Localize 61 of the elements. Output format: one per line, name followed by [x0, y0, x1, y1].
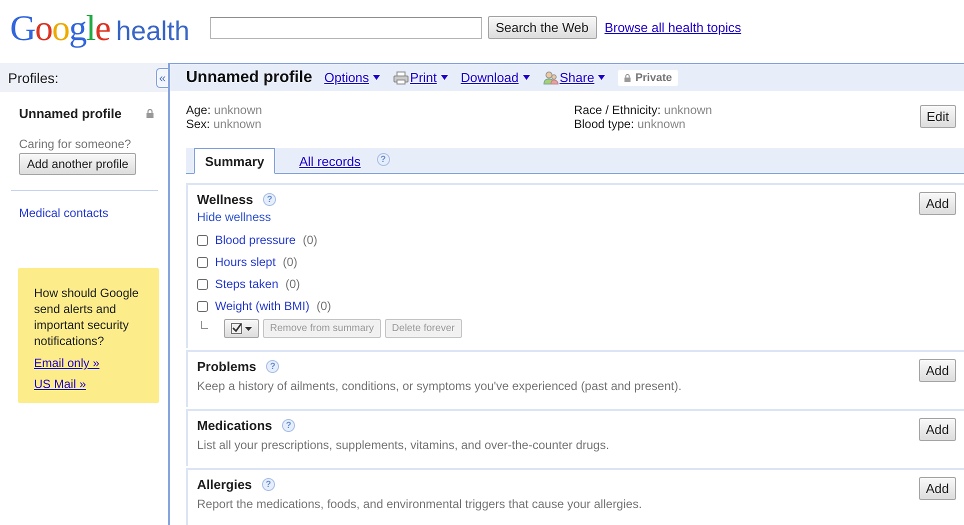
notice-link[interactable]: US Mail » [34, 377, 149, 391]
profile-field: Race / Ethnicity: unknown [574, 103, 920, 118]
checkbox[interactable] [197, 300, 208, 312]
notice-text: How should Google send alerts and important security notifications? [34, 285, 140, 349]
section-title: Medications [197, 418, 272, 433]
caret-icon[interactable] [522, 75, 530, 80]
section-title: Wellness [197, 192, 254, 207]
checkbox[interactable] [197, 234, 208, 246]
tab[interactable]: Summary [194, 148, 276, 174]
hide-link[interactable]: Hide wellness [197, 210, 272, 224]
menu-link[interactable]: Download [460, 70, 519, 86]
caret-icon[interactable] [373, 75, 380, 80]
item-link[interactable]: Hours slept [215, 255, 276, 269]
browse-link[interactable]: Browse all health topics [604, 20, 742, 35]
item-link[interactable]: Weight (with BMI) [215, 299, 310, 313]
section-title: Problems [197, 359, 256, 374]
notice-link[interactable]: Email only » [34, 356, 149, 370]
add-button[interactable]: Add [918, 359, 956, 382]
add-button[interactable]: Add [918, 477, 956, 500]
add-button[interactable]: Add [918, 418, 956, 441]
profile-field: Sex: unknown [186, 117, 574, 132]
edit-button[interactable]: Edit [920, 105, 956, 128]
people-icon [542, 70, 559, 85]
collapse-button[interactable]: « [156, 68, 168, 88]
checkbox[interactable] [197, 256, 208, 268]
lock-icon [624, 74, 632, 82]
section-description: Report the medications, foods, and environmental triggers that cause your allergies. [197, 497, 643, 511]
section-title: Allergies [197, 477, 252, 492]
logo-product: health [116, 16, 190, 46]
checkbox-icon [231, 323, 242, 334]
add-button[interactable]: Add [918, 192, 956, 215]
menu-link[interactable]: Share [560, 70, 594, 86]
item-count: (0) [285, 277, 300, 291]
search-field[interactable] [210, 16, 482, 38]
profile-field: Blood type: unknown [574, 117, 920, 132]
printer-icon [393, 70, 410, 85]
sidebar-link[interactable]: Medical contacts [19, 206, 168, 220]
add-profile-button[interactable]: Add another profile [19, 153, 136, 175]
caret-icon[interactable] [598, 75, 606, 80]
caring-prompt: Caring for someone? [19, 137, 132, 151]
search-button[interactable]: Search the Web [488, 16, 597, 39]
profile-title: Unnamed profile [186, 68, 312, 87]
item-count: (0) [282, 255, 298, 269]
caret-icon [245, 326, 252, 330]
item-link[interactable]: Steps taken [215, 277, 278, 291]
privacy-badge: Private [618, 70, 678, 86]
profile-name[interactable]: Unnamed profile [19, 106, 122, 121]
section-description: List all your prescriptions, supplements, vitamins, and over-the-counter drugs. [197, 438, 610, 452]
select-menu-button[interactable] [224, 319, 259, 338]
logo-brand: Google [10, 6, 110, 48]
menu-link[interactable]: Options [324, 70, 370, 86]
caret-icon[interactable] [440, 75, 448, 80]
profile-field: Age: unknown [186, 103, 574, 118]
item-count: (0) [302, 233, 318, 247]
section-description: Keep a history of ailments, conditions, or symptoms you've experienced (past and present). [197, 379, 683, 393]
tab[interactable]: All records [289, 149, 371, 173]
sidebar-title: Profiles: [8, 70, 59, 86]
menu-link[interactable]: Print [410, 70, 437, 86]
item-count: (0) [316, 299, 332, 313]
checkbox[interactable] [197, 278, 208, 290]
item-link[interactable]: Blood pressure [215, 233, 296, 247]
